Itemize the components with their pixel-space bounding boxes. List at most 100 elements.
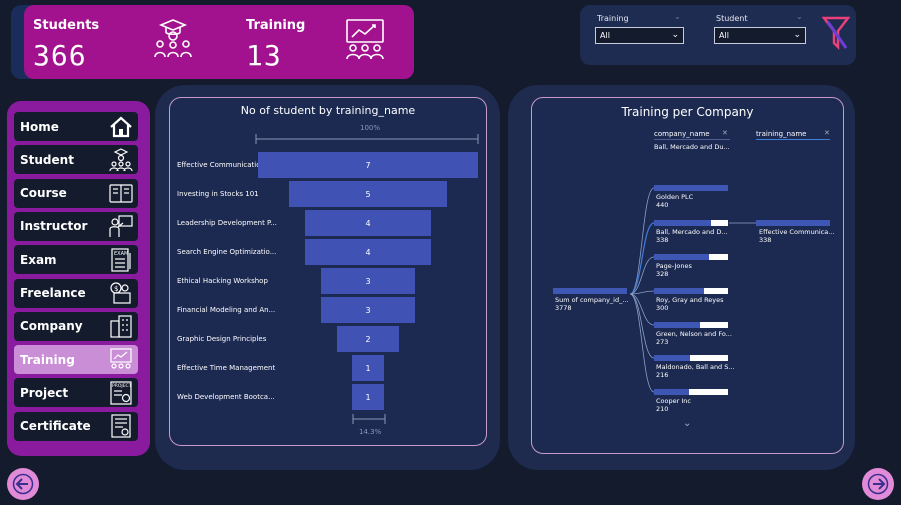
bar-value-label: 2 xyxy=(365,334,371,344)
nav-item-course[interactable]: Course xyxy=(14,178,138,208)
nav-item-company[interactable]: Company xyxy=(14,311,138,341)
clear-filter-icon[interactable] xyxy=(822,16,850,50)
funnel-bar[interactable]: 2 xyxy=(336,326,400,352)
top-range-marker xyxy=(255,134,479,144)
category-label: Web Development Bootca... xyxy=(177,393,275,401)
bar-value-label: 5 xyxy=(365,189,371,199)
certificate-icon xyxy=(111,414,131,438)
category-label: Graphic Design Principles xyxy=(177,335,267,343)
home-icon xyxy=(110,116,132,137)
nav-item-label: Course xyxy=(20,186,67,201)
tree-node-value: 273 xyxy=(656,338,669,346)
chevron-down-icon[interactable]: ⌄ xyxy=(674,12,681,21)
students-value: 366 xyxy=(33,39,87,72)
category-label: Investing in Stocks 101 xyxy=(177,190,259,198)
nav-item-label: Freelance xyxy=(20,286,86,300)
tree-node-value: 440 xyxy=(656,201,669,209)
tree-root-bar[interactable] xyxy=(553,288,627,294)
tree-node-bar[interactable] xyxy=(654,254,728,260)
nav-item-home[interactable]: Home xyxy=(14,112,138,141)
forward-button[interactable] xyxy=(862,468,894,500)
nav-item-instructor[interactable]: Instructor xyxy=(14,211,138,241)
kpi-card: Students 366 Training 13 xyxy=(11,5,414,79)
sidebar-nav: Home Student Course Instructor Exam EXAM Freel… xyxy=(7,101,150,456)
instructor-icon xyxy=(109,215,133,238)
nav-item-exam[interactable]: Exam EXAM xyxy=(14,245,138,275)
training-filter-select[interactable]: All ⌄ xyxy=(595,27,684,44)
tree-node-label: Green, Nelson and Fo... xyxy=(656,330,732,338)
nav-item-freelance[interactable]: Freelance $ xyxy=(14,278,138,308)
student-icon xyxy=(109,148,133,171)
category-label: Financial Modeling and An... xyxy=(177,306,276,314)
tree-node-fill xyxy=(654,322,700,328)
tree-node-fill xyxy=(654,254,710,260)
funnel-bar[interactable]: 7 xyxy=(258,152,478,178)
bar-value-label: 4 xyxy=(365,218,371,228)
tree-node-value: 216 xyxy=(656,371,669,379)
funnel-bar[interactable]: 5 xyxy=(289,181,447,207)
funnel-title: No of student by training_name xyxy=(240,104,416,117)
funnel-bar[interactable]: 1 xyxy=(352,355,384,381)
funnel-bar[interactable]: 4 xyxy=(305,239,431,265)
decomposition-tree-panel: Training per Company company_name ✕ Ball… xyxy=(531,97,844,454)
chevron-down-icon[interactable]: ⌄ xyxy=(796,12,803,21)
funnel-chart-panel: No of student by training_name 100% Effe… xyxy=(169,97,487,446)
bottom-range-marker xyxy=(352,414,386,424)
nav-item-project[interactable]: Project PROJECT xyxy=(14,378,138,408)
tree-node-fill xyxy=(654,288,705,294)
funnel-bar[interactable]: 3 xyxy=(320,297,416,323)
funnel-bar[interactable]: 3 xyxy=(320,268,416,294)
nav-item-certificate[interactable]: Certificate xyxy=(14,411,138,441)
training-filter-label: Training xyxy=(597,14,629,23)
tree-node-fill xyxy=(654,185,728,191)
back-button[interactable] xyxy=(7,468,39,500)
tree-leaf-bar[interactable] xyxy=(756,220,830,226)
nav-item-training[interactable]: Training xyxy=(14,345,138,375)
freelance-icon: $ xyxy=(110,282,131,304)
tree-node-bar[interactable] xyxy=(654,288,728,294)
tree-node-bar[interactable] xyxy=(654,355,728,361)
svg-text:EXAM: EXAM xyxy=(114,251,128,257)
chevron-down-icon: ⌄ xyxy=(793,30,801,40)
training-icon xyxy=(110,347,132,369)
funnel-bar[interactable]: 1 xyxy=(352,384,384,410)
top-percent-label: 100% xyxy=(360,124,381,132)
student-filter-label: Student xyxy=(716,14,748,23)
funnel-bar[interactable]: 4 xyxy=(305,210,431,236)
tree-node-value: 338 xyxy=(656,236,669,244)
tree-leaf-value: 338 xyxy=(759,236,772,244)
tree-root-value: 3778 xyxy=(555,304,572,312)
nav-item-label: Instructor xyxy=(20,219,88,234)
tree-leaf-label: Effective Communica... xyxy=(759,228,835,236)
bar-value-label: 1 xyxy=(365,363,371,373)
tree-node-bar[interactable] xyxy=(654,185,728,191)
tree-node-label: Cooper Inc xyxy=(656,397,691,405)
arrow-right-icon xyxy=(867,473,889,495)
tree-node-bar[interactable] xyxy=(654,322,728,328)
tree-node-label: Golden PLC xyxy=(656,193,694,201)
filter-panel: Training ⌄ All ⌄ Student ⌄ All ⌄ xyxy=(580,5,856,65)
nav-item-label: Certificate xyxy=(20,419,91,434)
tree-node-bar[interactable] xyxy=(654,389,728,395)
nav-item-label: Exam xyxy=(20,252,57,267)
tree-node-label: Maldonado, Ball and S... xyxy=(656,363,735,371)
bar-value-label: 4 xyxy=(365,247,371,257)
tree-node-bar[interactable] xyxy=(654,220,728,226)
category-label: Leadership Development P... xyxy=(177,219,277,227)
chevron-down-icon: ⌄ xyxy=(671,30,679,40)
category-label: Search Engine Optimizatio... xyxy=(177,248,277,256)
tree-node-label: Ball, Mercado and D... xyxy=(656,228,728,236)
nav-item-label: Project xyxy=(20,385,69,400)
bar-value-label: 3 xyxy=(365,305,371,315)
category-label: Effective Time Management xyxy=(177,364,276,372)
exam-icon: EXAM xyxy=(111,248,131,272)
project-icon: PROJECT xyxy=(110,381,132,405)
students-icon xyxy=(154,19,192,58)
chevron-down-icon[interactable]: ⌄ xyxy=(683,418,691,429)
nav-item-label: Company xyxy=(20,319,83,334)
nav-item-student[interactable]: Student xyxy=(14,145,138,175)
tree-node-label: Page-Jones xyxy=(656,262,692,270)
svg-text:$: $ xyxy=(114,285,118,293)
student-filter-select[interactable]: All ⌄ xyxy=(714,27,806,44)
tree-node-fill xyxy=(654,355,691,361)
